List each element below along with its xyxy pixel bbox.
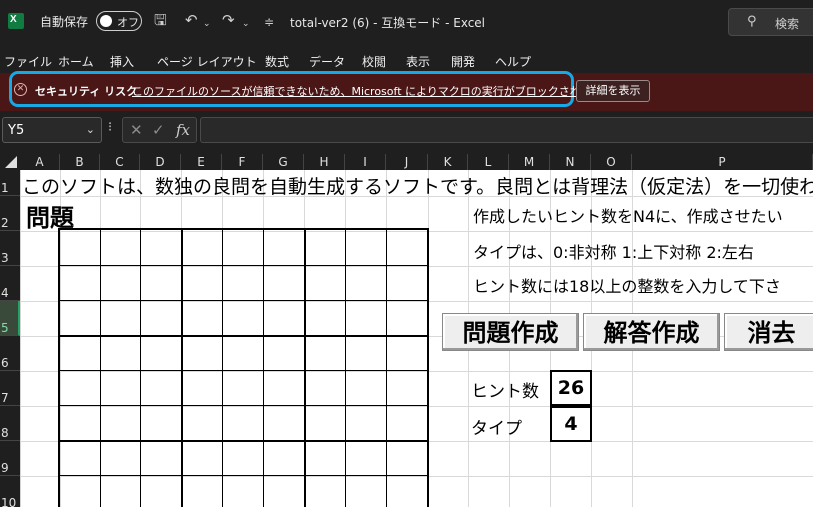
grid-line (60, 370, 427, 371)
redo-icon[interactable]: ↷ (222, 11, 235, 29)
column-header-h[interactable]: H (304, 154, 345, 170)
sudoku-grid[interactable] (58, 228, 429, 507)
box-line (60, 335, 427, 337)
hint-count-cell[interactable]: 26 (550, 370, 592, 406)
name-box[interactable]: Y5 ⌄ (2, 117, 102, 143)
row-header-7[interactable]: 7 (0, 371, 20, 406)
autosave-label: 自動保存 (40, 15, 89, 29)
grid-line (60, 475, 427, 476)
show-details-button[interactable]: 詳細を表示 (576, 80, 650, 102)
row-header-1[interactable]: 1 (0, 170, 20, 196)
column-header-f[interactable]: F (222, 154, 263, 170)
column-header-j[interactable]: J (386, 154, 428, 170)
column-header-l[interactable]: L (468, 154, 509, 170)
grid-line (140, 230, 141, 507)
blocked-icon: ✕ (14, 83, 27, 96)
save-icon[interactable]: 🖫 (154, 11, 167, 29)
security-title: セキュリティ リスク (35, 85, 138, 98)
instruction-line-2: タイプは、0:非対称 1:上下対称 2:左右 (473, 243, 754, 262)
column-header-a[interactable]: A (20, 154, 60, 170)
tab-file[interactable]: ファイル (4, 53, 52, 70)
formula-tools: ✕ ✓ fx (122, 117, 197, 143)
formula-input[interactable] (200, 117, 813, 143)
column-header-o[interactable]: O (591, 154, 632, 170)
more-options-icon[interactable]: ⁝ (108, 120, 112, 135)
customize-toolbar-icon[interactable]: ≑ (264, 13, 274, 31)
undo-icon[interactable]: ↶ (185, 11, 198, 29)
column-header-g[interactable]: G (263, 154, 304, 170)
grid-line (222, 230, 223, 507)
column-header-e[interactable]: E (181, 154, 222, 170)
row-header-9[interactable]: 9 (0, 441, 20, 476)
security-message-link[interactable]: このファイルのソースが信頼できないため、Microsoft によりマクロの実行が… (132, 83, 625, 99)
grid-line (386, 230, 387, 507)
instruction-line-3: ヒント数には18以上の整数を入力して下さ (473, 277, 781, 296)
type-cell[interactable]: 4 (550, 406, 592, 442)
grid-line (263, 230, 264, 507)
row-header-6[interactable]: 6 (0, 336, 20, 371)
toggle-knob (100, 15, 112, 27)
grid-line (60, 300, 427, 301)
undo-dropdown-icon[interactable]: ⌄ (203, 15, 211, 33)
column-header-c[interactable]: C (100, 154, 140, 170)
tab-home[interactable]: ホーム (58, 53, 94, 70)
autosave-toggle[interactable]: オフ (96, 11, 142, 31)
box-line (60, 440, 427, 442)
excel-logo-icon: X (8, 13, 24, 29)
tab-help[interactable]: ヘルプ (495, 53, 531, 70)
insert-function-icon[interactable]: fx (176, 121, 190, 139)
tab-developer[interactable]: 開発 (451, 53, 475, 70)
column-header-n[interactable]: N (550, 154, 591, 170)
chevron-down-icon[interactable]: ⌄ (86, 123, 95, 136)
column-header-b[interactable]: B (60, 154, 100, 170)
column-header-p[interactable]: P (632, 154, 813, 170)
create-puzzle-button[interactable]: 問題作成 (442, 313, 579, 351)
enter-icon[interactable]: ✓ (152, 121, 165, 139)
box-line (181, 230, 183, 507)
tab-page-layout[interactable]: ページ レイアウト (157, 53, 257, 70)
redo-dropdown-icon[interactable]: ⌄ (242, 15, 250, 33)
row-header-4[interactable]: 4 (0, 266, 20, 301)
hint-count-label: ヒント数 (471, 382, 539, 402)
grid-line (60, 405, 427, 406)
autosave-state: オフ (117, 16, 139, 29)
box-line (304, 230, 306, 507)
clear-button[interactable]: 消去 (724, 313, 813, 351)
column-header-k[interactable]: K (428, 154, 468, 170)
search-label: 検索 (775, 17, 800, 31)
ribbon-tabs: ファイル ホーム 挿入 ページ レイアウト 数式 データ 校閲 表示 開発 ヘル… (0, 44, 813, 72)
select-all-corner[interactable] (5, 156, 17, 168)
column-header-d[interactable]: D (140, 154, 181, 170)
tab-insert[interactable]: 挿入 (110, 53, 134, 70)
name-box-value: Y5 (8, 123, 25, 138)
grid-line (345, 230, 346, 507)
intro-text: このソフトは、数独の良問を自動生成するソフトです。良問とは背理法（仮定法）を一切… (22, 176, 813, 198)
type-label: タイプ (471, 419, 522, 439)
row-header-5[interactable]: 5 (0, 301, 20, 336)
search-icon: ⚲ (747, 14, 757, 29)
grid-line (100, 230, 101, 507)
row-header-3[interactable]: 3 (0, 231, 20, 266)
tab-formulas[interactable]: 数式 (265, 53, 289, 70)
column-header-i[interactable]: I (345, 154, 386, 170)
title-bar: X 自動保存 オフ 🖫 ↶ ⌄ ↷ ⌄ ≑ total-ver2 (6) - 互… (0, 0, 813, 44)
column-header-m[interactable]: M (509, 154, 550, 170)
row-header-8[interactable]: 8 (0, 406, 20, 441)
document-title: total-ver2 (6) - 互換モード - Excel (290, 16, 486, 30)
row-header-2[interactable]: 2 (0, 196, 20, 231)
grid-line (60, 265, 427, 266)
search-box[interactable]: ⚲ 検索 (728, 8, 813, 36)
tab-data[interactable]: データ (309, 53, 345, 70)
tab-review[interactable]: 校閲 (362, 53, 386, 70)
create-solution-button[interactable]: 解答作成 (583, 313, 720, 351)
cancel-icon[interactable]: ✕ (130, 121, 143, 139)
row-header-10[interactable]: 10 (0, 476, 20, 507)
tab-view[interactable]: 表示 (406, 53, 430, 70)
instruction-line-1: 作成したいヒント数をN4に、作成させたい (473, 207, 783, 226)
